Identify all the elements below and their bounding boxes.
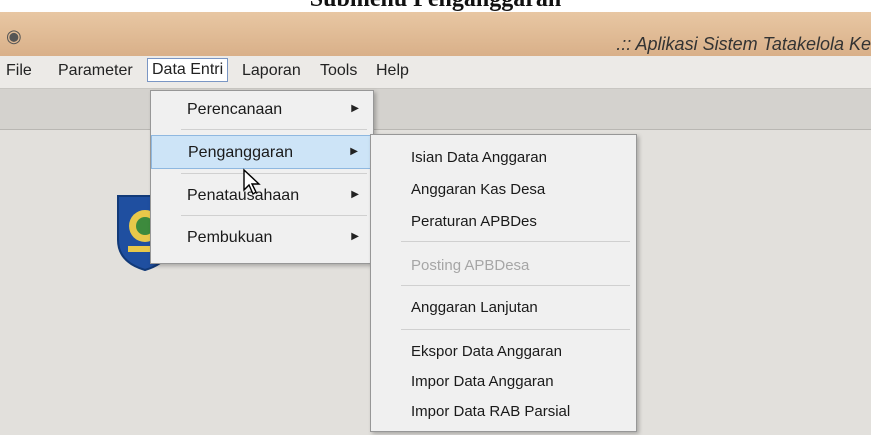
menu-separator xyxy=(181,215,367,216)
menu-item-label: Perencanaan xyxy=(187,101,283,118)
menu-separator xyxy=(181,173,367,174)
submenu-arrow-icon: ▶ xyxy=(351,231,359,242)
submenu-item-peraturan-apbdes[interactable]: Peraturan APBDes xyxy=(371,205,636,239)
menu-separator xyxy=(401,285,630,286)
menu-separator xyxy=(401,241,630,242)
submenu-item-anggaran-kas-desa[interactable]: Anggaran Kas Desa xyxy=(371,173,636,207)
menu-item-label: Pembukuan xyxy=(187,229,273,246)
menu-item-pembukuan[interactable]: Pembukuan ▶ xyxy=(151,221,373,255)
menu-parameter[interactable]: Parameter xyxy=(58,62,133,80)
submenu-item-isian-data-anggaran[interactable]: Isian Data Anggaran xyxy=(371,141,636,175)
menu-separator xyxy=(181,129,367,130)
menu-item-label: Peraturan APBDes xyxy=(411,213,537,230)
submenu-arrow-icon: ▶ xyxy=(351,189,359,200)
menu-item-perencanaan[interactable]: Perencanaan ▶ xyxy=(151,93,373,127)
submenu-item-anggaran-lanjutan[interactable]: Anggaran Lanjutan xyxy=(371,291,636,325)
app-window: ◉ .:: Aplikasi Sistem Tatakelola Ke File… xyxy=(0,12,871,435)
menu-item-label: Anggaran Lanjutan xyxy=(411,299,538,316)
menu-item-label: Anggaran Kas Desa xyxy=(411,181,546,198)
menu-item-penatausahaan[interactable]: Penatausahaan ▶ xyxy=(151,179,373,213)
menu-item-label: Ekspor Data Anggaran xyxy=(411,343,562,360)
menu-item-label: Isian Data Anggaran xyxy=(411,149,547,166)
menu-item-label: Posting APBDesa xyxy=(411,257,530,274)
data-entri-dropdown: Perencanaan ▶ Penganggaran ▶ Penatausaha… xyxy=(150,90,374,264)
menu-item-penganggaran[interactable]: Penganggaran ▶ xyxy=(151,135,373,169)
mouse-cursor-icon xyxy=(243,168,261,196)
menu-data-entri[interactable]: Data Entri xyxy=(147,58,229,82)
menu-help[interactable]: Help xyxy=(376,62,409,80)
menu-file[interactable]: File xyxy=(6,62,32,80)
menu-item-label: Penganggaran xyxy=(188,144,293,161)
submenu-arrow-icon: ▶ xyxy=(350,146,358,157)
submenu-item-impor-data-anggaran[interactable]: Impor Data Anggaran xyxy=(371,365,636,399)
submenu-arrow-icon: ▶ xyxy=(351,103,359,114)
menu-item-label: Impor Data RAB Parsial xyxy=(411,403,571,420)
menu-separator xyxy=(401,329,630,330)
menu-bar: File Parameter Data Entri Laporan Tools … xyxy=(0,56,871,89)
penganggaran-submenu: Isian Data Anggaran Anggaran Kas Desa Pe… xyxy=(370,134,637,432)
toolbar xyxy=(0,89,871,130)
menu-item-label: Impor Data Anggaran xyxy=(411,373,554,390)
menu-laporan[interactable]: Laporan xyxy=(242,62,301,80)
title-bar: ◉ .:: Aplikasi Sistem Tatakelola Ke xyxy=(0,12,871,56)
submenu-item-posting-apbdesa: Posting APBDesa xyxy=(371,249,636,283)
submenu-item-impor-data-rab-parsial[interactable]: Impor Data RAB Parsial xyxy=(371,395,636,429)
menu-tools[interactable]: Tools xyxy=(320,62,357,80)
window-title: .:: Aplikasi Sistem Tatakelola Ke xyxy=(616,34,871,54)
submenu-item-ekspor-data-anggaran[interactable]: Ekspor Data Anggaran xyxy=(371,335,636,369)
app-icon: ◉ xyxy=(6,26,22,46)
